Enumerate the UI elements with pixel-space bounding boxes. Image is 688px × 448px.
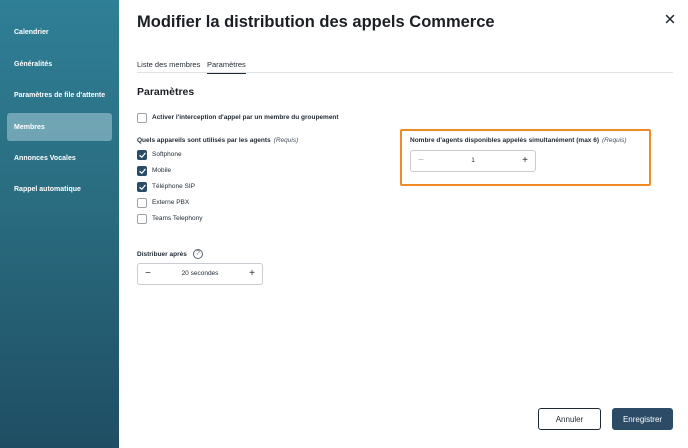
mobile-checkbox[interactable] <box>137 166 147 176</box>
tabs-divider <box>137 72 673 73</box>
devices-required: (Requis) <box>273 137 299 144</box>
intercept-label: Activer l'interception d'appel par un me… <box>152 114 339 121</box>
intercept-checkbox[interactable] <box>137 113 147 123</box>
distribute-label: Distribuer après <box>137 251 187 258</box>
externe-pbx-checkbox[interactable] <box>137 198 147 208</box>
mobile-label: Mobile <box>152 167 172 174</box>
help-icon[interactable]: ? <box>193 249 203 259</box>
sidebar-item-annonces-vocales[interactable]: Annonces Vocales <box>0 144 119 172</box>
distribute-value[interactable]: 20 secondes <box>138 270 262 277</box>
save-button[interactable]: Enregistrer <box>612 408 673 430</box>
agents-value[interactable]: 1 <box>411 157 535 164</box>
cancel-button[interactable]: Annuler <box>538 408 601 430</box>
edit-panel: Modifier la distribution des appels Comm… <box>119 0 688 448</box>
devices-label: Quels appareils sont utilisés par les ag… <box>137 137 298 144</box>
agents-label: Nombre d'agents disponibles appelés simu… <box>410 137 627 144</box>
section-title: Paramètres <box>137 86 195 98</box>
agents-required: (Requis) <box>602 137 627 144</box>
sidebar-item-calendrier[interactable]: Calendrier <box>0 18 119 46</box>
page-title: Modifier la distribution des appels Comm… <box>137 13 495 31</box>
check-icon <box>139 152 146 158</box>
telephone-sip-checkbox[interactable] <box>137 182 147 192</box>
teams-telephony-label: Teams Telephony <box>152 215 203 222</box>
softphone-checkbox[interactable] <box>137 150 147 160</box>
tab-liste-membres[interactable]: Liste des membres <box>137 60 200 69</box>
agents-stepper: − 1 + <box>410 150 536 172</box>
agents-increment-button[interactable]: + <box>519 155 531 167</box>
close-icon[interactable] <box>663 12 677 26</box>
distribute-increment-button[interactable]: + <box>246 268 258 280</box>
agents-label-text: Nombre d'agents disponibles appelés simu… <box>410 137 600 144</box>
distribute-stepper: − 20 secondes + <box>137 263 263 285</box>
sidebar-item-generalites[interactable]: Généralités <box>0 50 119 78</box>
softphone-label: Softphone <box>152 151 182 158</box>
sidebar-item-rappel-automatique[interactable]: Rappel automatique <box>0 175 119 203</box>
sidebar-item-membres[interactable]: Membres <box>7 113 112 141</box>
sidebar-item-parametres-file[interactable]: Paramètres de file d'attente <box>0 81 119 109</box>
check-icon <box>139 168 146 174</box>
telephone-sip-label: Téléphone SIP <box>152 183 196 190</box>
externe-pbx-label: Externe PBX <box>152 199 190 206</box>
teams-telephony-checkbox[interactable] <box>137 214 147 224</box>
check-icon <box>139 184 146 190</box>
devices-label-text: Quels appareils sont utilisés par les ag… <box>137 137 271 144</box>
sidebar: Calendrier Généralités Paramètres de fil… <box>0 0 119 448</box>
